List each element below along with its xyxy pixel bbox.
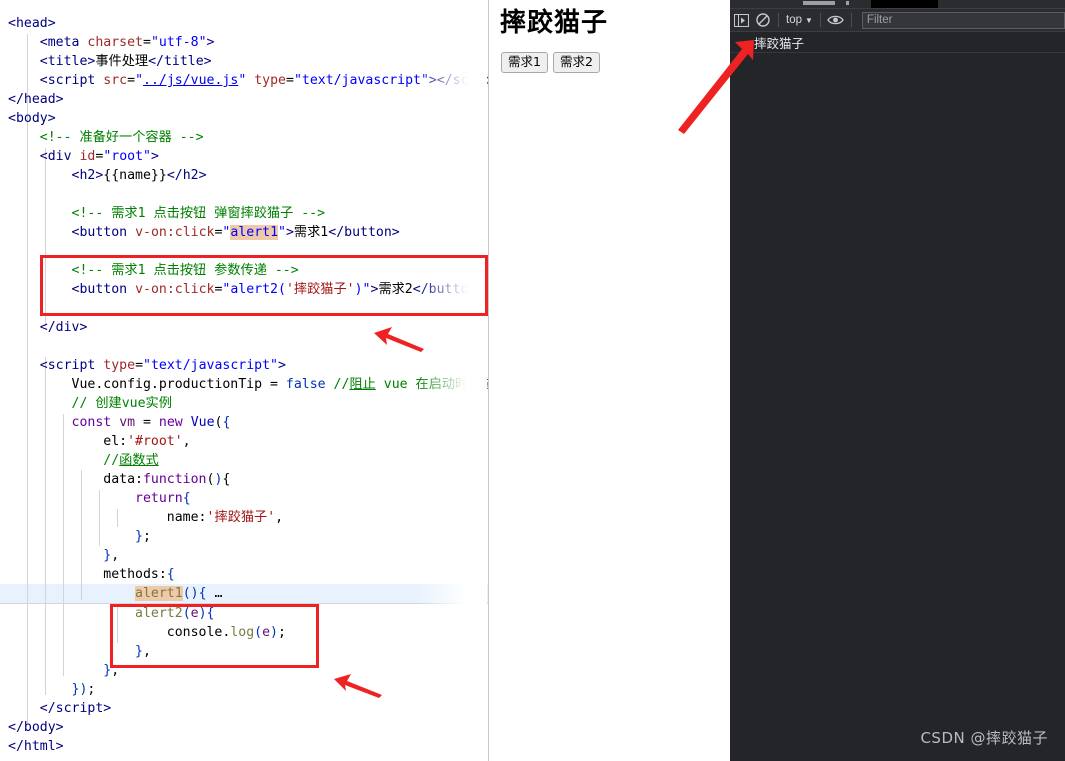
code-line: <!-- 需求1 点击按钮 弹窗摔跤猫子 --> [71,206,326,221]
page-heading: 摔跤猫子 [500,8,609,38]
code-line: <body> [8,111,56,126]
code-line: data:function(){ [8,472,231,487]
code-line: }, [103,548,120,563]
code-line: const vm = new Vue({ [71,415,231,430]
code-line: </html> [8,739,64,754]
tabstrip-dot [846,1,849,5]
code-line: <script type="text/javascript"> [39,358,286,373]
code-line: }; [135,529,151,544]
code-line: <!-- 准备好一个容器 --> [39,130,204,145]
devtools-panel[interactable]: top ▼ 摔跤猫子 CSDN @摔跤猫子 [730,0,1065,761]
console-output-area[interactable]: 摔跤猫子 CSDN @摔跤猫子 [730,32,1065,761]
code-line-selected: alert1(){ … [135,586,223,601]
console-context-label: top [786,14,802,26]
console-message-row[interactable]: 摔跤猫子 [730,32,1065,53]
console-sidebar-icon[interactable] [730,10,752,30]
code-line: methods:{ [8,567,175,582]
console-context-selector[interactable]: top ▼ [783,14,816,26]
page-button-1[interactable]: 需求1 [501,52,548,73]
chevron-down-icon: ▼ [805,15,813,25]
code-line: <h2>{{name}}</h2> [71,168,207,183]
console-toolbar[interactable]: top ▼ [730,9,1065,32]
tabstrip-dark-region [871,0,938,8]
csdn-watermark: CSDN @摔跤猫子 [920,729,1048,747]
toolbar-separator [819,13,821,27]
code-line: <title>事件处理</title> [39,54,212,69]
arrow-to-console-output [678,40,754,134]
devtools-tabstrip[interactable] [730,0,1065,9]
console-filter-input[interactable] [861,11,1065,29]
code-line: <head> [8,16,56,31]
arrow-to-button2-block [374,327,424,352]
screenshot-root: <head> <meta charset="utf-8"> <title>事件处… [0,0,1065,761]
code-line: <meta charset="utf-8"> [39,35,215,50]
code-line: <script src="../js/vue.js" type="text/ja… [39,73,488,88]
code-line: el:'#root', [8,434,191,449]
code-line: </div> [39,320,88,335]
code-line: <button v-on:click="alert1">需求1</button> [71,225,400,240]
code-line: Vue.config.productionTip = false //阻止 vu… [8,377,488,392]
toolbar-separator [778,13,779,27]
code-line: name:'摔跤猫子', [8,510,284,525]
code-line: // 创建vue实例 [71,396,172,411]
code-line: return{ [135,491,191,506]
code-line: }); [71,682,96,697]
code-line: </head> [8,92,64,107]
code-line: //函数式 [103,453,159,468]
button2-code-highlight-box [40,255,488,316]
live-expression-eye-icon[interactable] [825,10,847,30]
tabstrip-active-tab-underline [803,1,835,5]
alert2-method-highlight-box [110,604,319,668]
source-code[interactable]: <head> <meta charset="utf-8"> <title>事件处… [0,0,488,761]
code-line: </body> [8,720,64,735]
arrow-to-alert2-method [334,674,382,698]
page-button-2[interactable]: 需求2 [553,52,600,73]
toolbar-separator [850,13,852,27]
clear-console-icon[interactable] [752,10,774,30]
code-line: }, [103,663,120,678]
code-line: <div id="root"> [39,149,159,164]
code-line: </script> [39,701,112,716]
